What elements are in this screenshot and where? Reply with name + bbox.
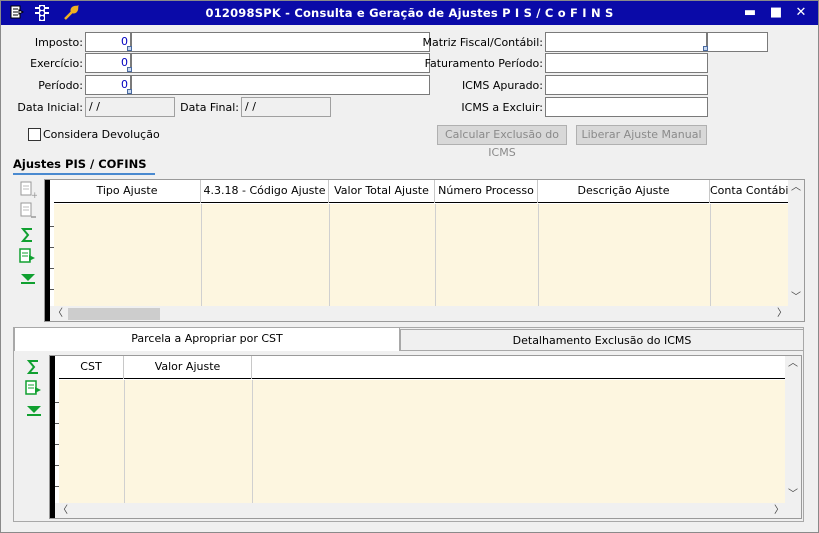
tab-detalhamento-exclusao[interactable]: Detalhamento Exclusão do ICMS — [400, 329, 804, 351]
ajustes-grid-body[interactable] — [54, 204, 788, 306]
window-title: 012098SPK - Consulta e Geração de Ajuste… — [205, 6, 614, 20]
matriz-fiscal-description-field[interactable] — [707, 32, 768, 52]
imposto-field[interactable]: 0 — [85, 32, 131, 52]
data-inicial-label: Data Inicial: — [17, 101, 83, 114]
periodo-field[interactable]: 0 — [85, 75, 131, 95]
parcela-grid-header: CST Valor Ajuste — [59, 356, 785, 379]
column-header-valor-ajuste[interactable]: Valor Ajuste — [124, 356, 252, 379]
scroll-left-icon[interactable]: 〈 — [55, 503, 71, 518]
periodo-lookup-icon[interactable] — [127, 89, 132, 94]
considera-devolucao-checkbox[interactable] — [28, 128, 41, 141]
ajustes-grid[interactable]: Tipo Ajuste 4.3.18 - Código Ajuste Valor… — [44, 179, 805, 322]
exercicio-field[interactable]: 0 — [85, 53, 131, 73]
scroll-right-icon[interactable]: 〉 — [774, 306, 790, 321]
column-header-descricao-ajuste[interactable]: Descrição Ajuste — [538, 180, 710, 203]
app-window: 012098SPK - Consulta e Geração de Ajuste… — [0, 0, 819, 533]
imposto-label: Imposto: — [34, 36, 83, 49]
add-row-icon[interactable]: + — [19, 181, 39, 201]
grid-row-marker — [50, 356, 55, 518]
grid-row-marker — [45, 180, 50, 321]
periodo-label: Período: — [38, 79, 83, 92]
data-inicial-field[interactable]: / / — [85, 97, 175, 117]
parcela-grid-body[interactable] — [59, 380, 785, 503]
ajustes-horizontal-scrollbar[interactable]: 〈 〉 — [50, 306, 804, 321]
scroll-thumb[interactable] — [68, 308, 160, 320]
sum-icon[interactable] — [19, 226, 37, 244]
minimize-button[interactable]: ▬ — [742, 5, 758, 21]
close-button[interactable]: ✕ — [793, 5, 809, 21]
considera-devolucao-label: Considera Devolução — [43, 128, 160, 141]
matriz-fiscal-label: Matriz Fiscal/Contábil: — [422, 36, 544, 49]
expand-down-icon[interactable] — [19, 269, 37, 287]
parcela-horizontal-scrollbar[interactable]: 〈 〉 — [55, 503, 801, 518]
calcular-exclusao-icms-button[interactable]: Calcular Exclusão do ICMS — [437, 125, 567, 159]
title-bar: 012098SPK - Consulta e Geração de Ajuste… — [1, 1, 818, 25]
faturamento-periodo-field[interactable] — [545, 53, 708, 73]
column-header-valor-total-ajuste[interactable]: Valor Total Ajuste — [329, 180, 435, 203]
matriz-lookup-icon[interactable] — [703, 46, 708, 51]
scroll-up-icon[interactable]: ︿ — [785, 356, 801, 372]
icms-apurado-label: ICMS Apurado: — [461, 79, 543, 92]
exercicio-description-field[interactable] — [131, 53, 430, 73]
lower-tab-panel: Parcela a Apropriar por CST Detalhamento… — [13, 327, 804, 522]
column-header-conta-contabil[interactable]: Conta Contábil — [710, 180, 788, 203]
tab-parcela-apropriar[interactable]: Parcela a Apropriar por CST — [14, 327, 400, 351]
scroll-down-icon[interactable]: ﹀ — [788, 290, 804, 306]
periodo-description-field[interactable] — [131, 75, 430, 95]
ajustes-section-title: Ajustes PIS / COFINS — [13, 157, 155, 175]
parcela-vertical-scrollbar[interactable]: ︿ ﹀ — [785, 356, 801, 503]
scroll-left-icon[interactable]: 〈 — [50, 306, 66, 321]
imposto-lookup-icon[interactable] — [127, 46, 132, 51]
column-header-tipo-ajuste[interactable]: Tipo Ajuste — [54, 180, 201, 203]
maximize-button[interactable]: ■ — [768, 5, 784, 21]
parcela-grid[interactable]: CST Valor Ajuste ︿ ﹀ 〈 〉 — [49, 355, 802, 519]
data-final-field[interactable]: / / — [241, 97, 331, 117]
icms-excluir-field[interactable] — [545, 97, 708, 117]
scroll-right-icon[interactable]: 〉 — [771, 503, 787, 518]
icms-apurado-field[interactable] — [545, 75, 708, 95]
column-header-codigo-ajuste[interactable]: 4.3.18 - Código Ajuste — [201, 180, 329, 203]
exercicio-label: Exercício: — [30, 57, 83, 70]
sum-icon[interactable] — [25, 358, 43, 376]
ajustes-vertical-scrollbar[interactable]: ︿ ﹀ — [788, 180, 804, 306]
remove-row-icon[interactable] — [19, 202, 37, 220]
liberar-ajuste-manual-button[interactable]: Liberar Ajuste Manual — [576, 125, 707, 145]
icms-excluir-label: ICMS a Excluir: — [461, 101, 543, 114]
export-icon[interactable] — [19, 247, 37, 265]
faturamento-periodo-label: Faturamento Período: — [424, 57, 543, 70]
scroll-down-icon[interactable]: ﹀ — [785, 487, 801, 503]
column-header-cst[interactable]: CST — [59, 356, 124, 379]
ajustes-grid-header: Tipo Ajuste 4.3.18 - Código Ajuste Valor… — [54, 180, 788, 203]
export-icon[interactable] — [25, 379, 43, 397]
imposto-description-field[interactable] — [131, 32, 430, 52]
scroll-up-icon[interactable]: ︿ — [788, 180, 804, 196]
svg-text:+: + — [31, 191, 37, 199]
expand-down-icon[interactable] — [25, 401, 43, 419]
exercicio-lookup-icon[interactable] — [127, 67, 132, 72]
data-final-label: Data Final: — [180, 101, 239, 114]
matriz-fiscal-field[interactable] — [545, 32, 707, 52]
column-header-numero-processo[interactable]: Número Processo — [435, 180, 538, 203]
